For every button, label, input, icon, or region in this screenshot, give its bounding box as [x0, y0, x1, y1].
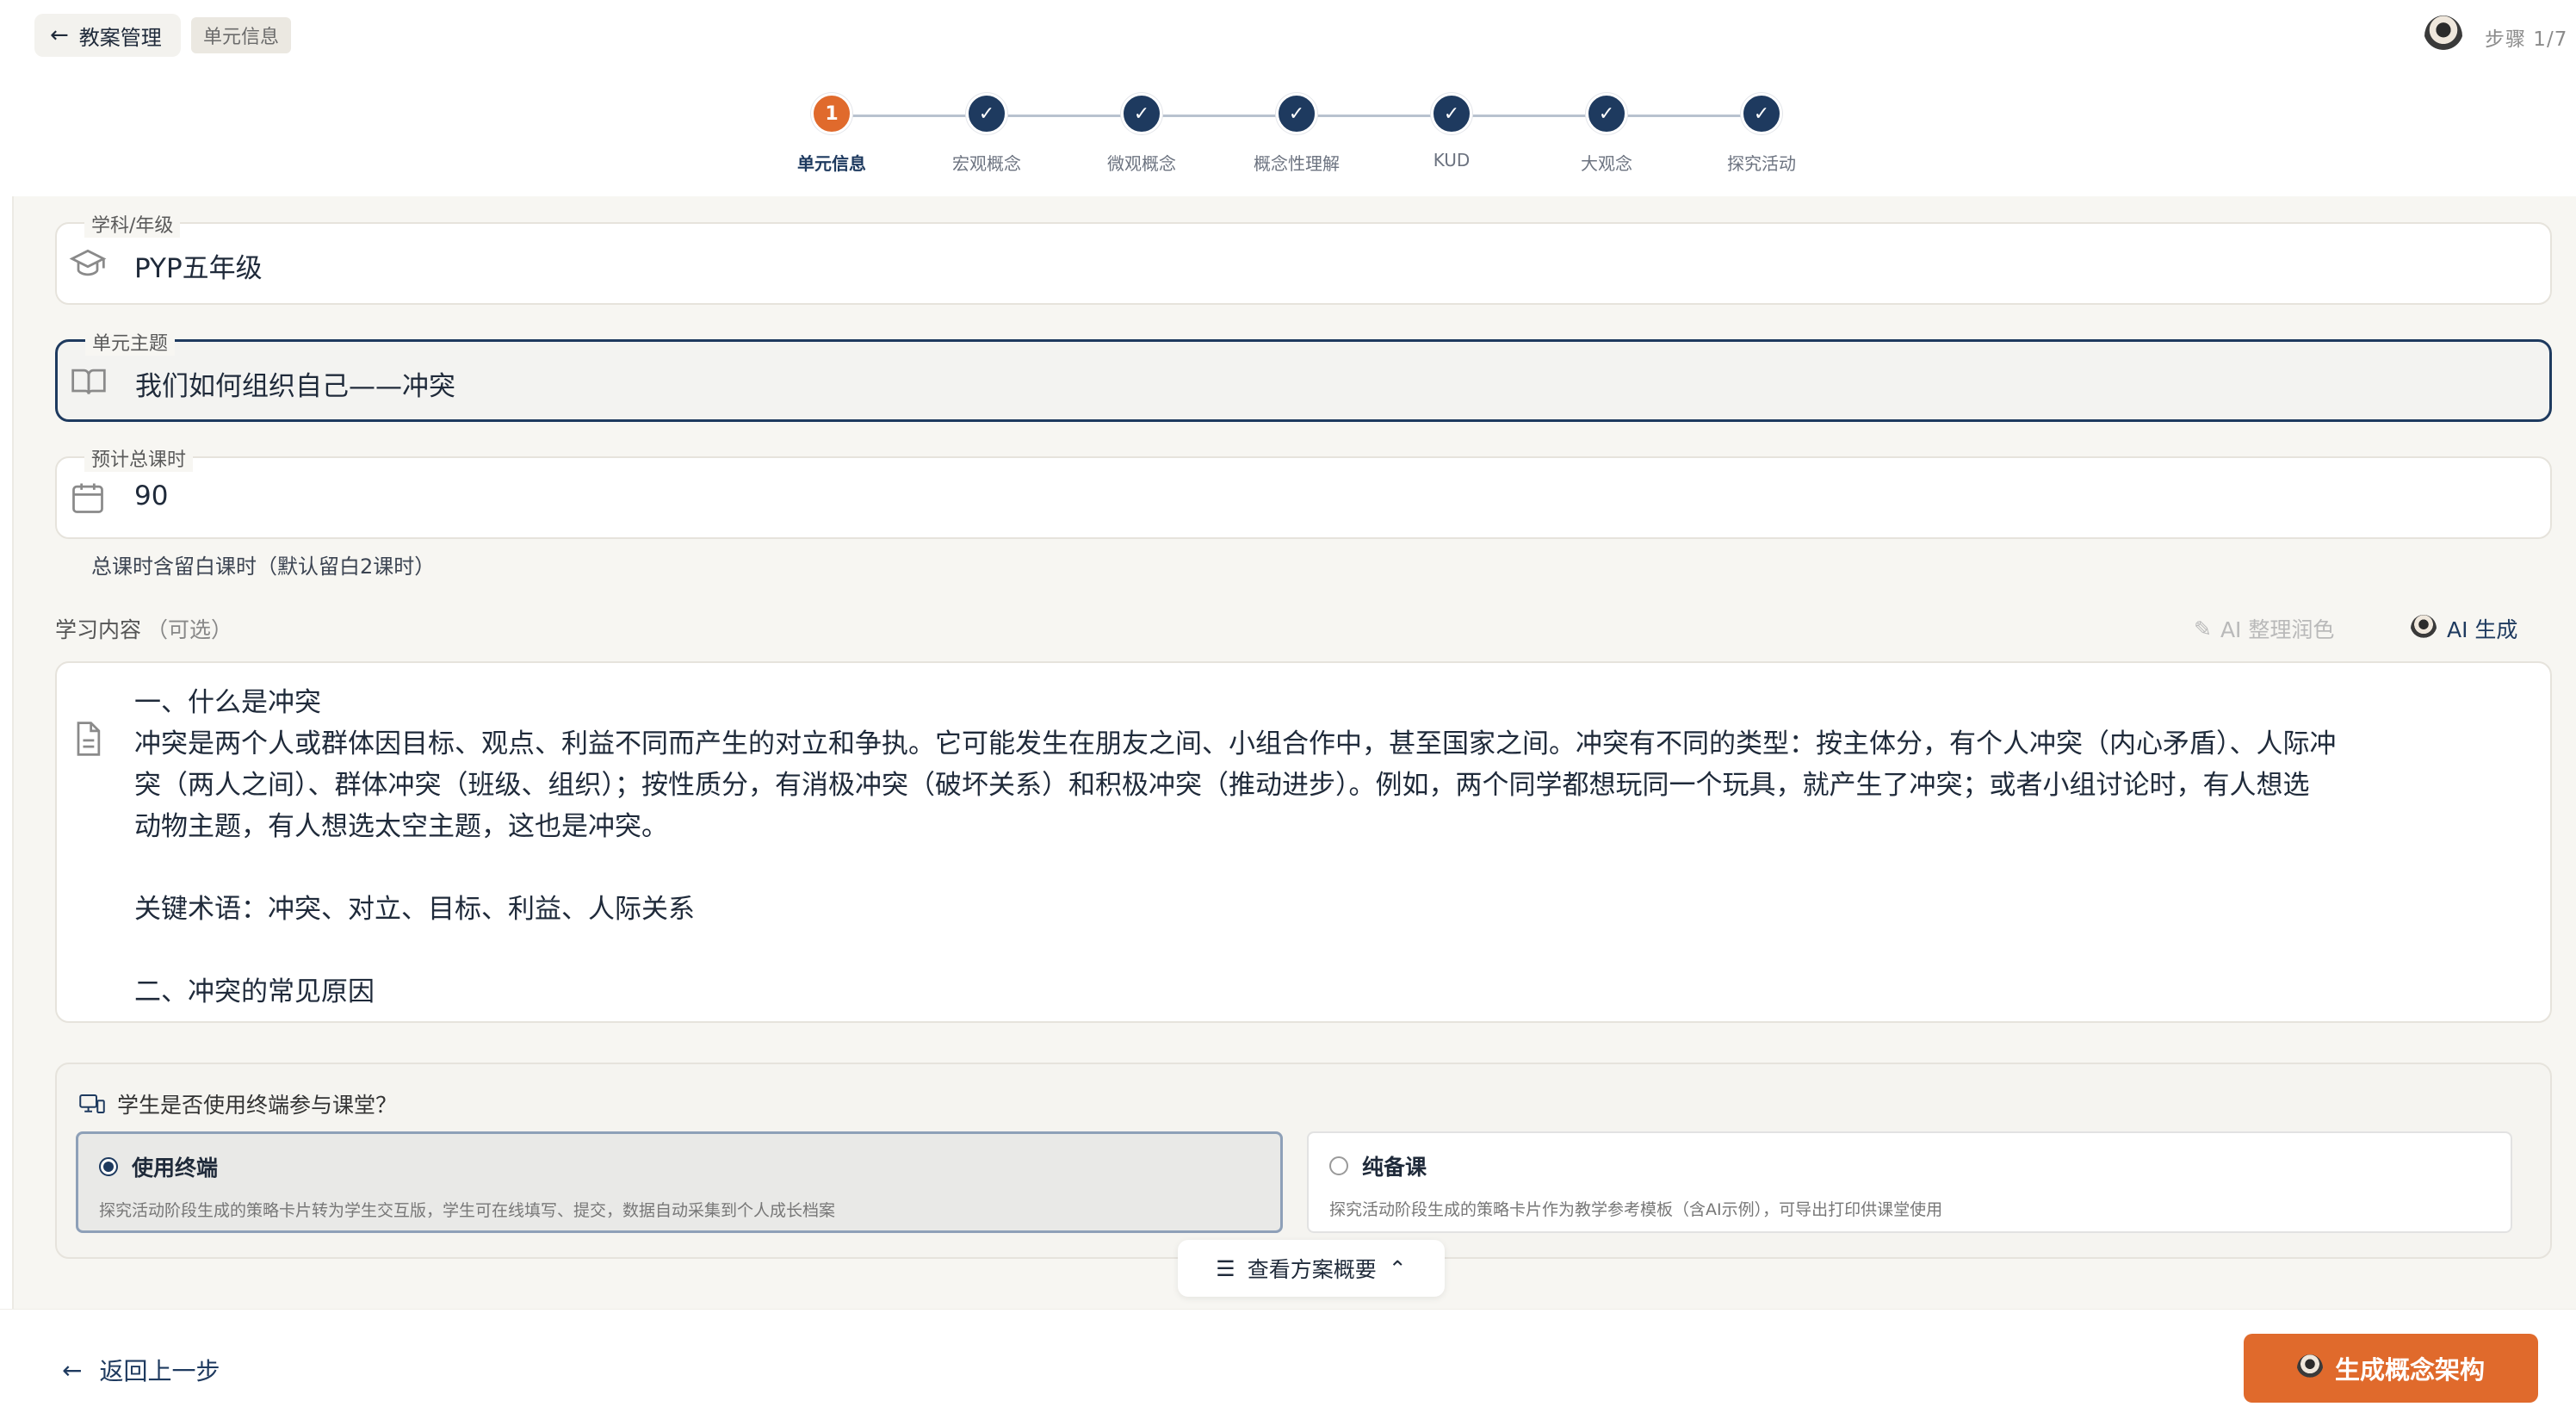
learning-content-textarea[interactable]: 一、什么是冲突 冲突是两个人或群体因目标、观点、利益不同而产生的对立和争执。它可… [55, 661, 2552, 1023]
footer: ← 返回上一步 生成概念架构 [0, 1309, 2576, 1419]
step-counter: 步骤 1/7 [2485, 28, 2568, 51]
content-gap [134, 847, 2545, 889]
document-icon [77, 722, 101, 756]
content-gap [134, 930, 2545, 971]
learning-content-text: 一、什么是冲突 冲突是两个人或群体因目标、观点、利益不同而产生的对立和争执。它可… [134, 682, 2545, 1013]
back-label: 教案管理 [78, 25, 162, 50]
terminal-question: 学生是否使用终端参与课堂？ [79, 1088, 397, 1119]
step-dot-active: 1 [811, 93, 852, 134]
subject-grade-field[interactable]: 学科/年级 PYP五年级 [55, 210, 2552, 305]
ai-generate-button[interactable]: AI 生成 [2411, 613, 2517, 644]
total-hours-field[interactable]: 预计总课时 90 [55, 444, 2552, 539]
step-label: 单元信息 [797, 153, 866, 174]
step-label: 概念性理解 [1254, 153, 1340, 174]
unit-theme-value: 我们如何组织自己——冲突 [135, 371, 455, 402]
graduation-cap-icon [69, 249, 107, 276]
magic-wand-icon: ✎ [2194, 616, 2212, 641]
book-open-icon [71, 369, 106, 394]
learning-content-label: 学习内容 （可选） [55, 613, 232, 644]
optional-tag: （可选） [146, 617, 233, 642]
total-hours-value: 90 [134, 480, 169, 511]
arrow-left-icon: ← [50, 22, 69, 48]
header: ← 教案管理 单元信息 步骤 1/7 1 单元信息 ✓ 宏观概念 ✓ 微观概念 … [0, 0, 2576, 196]
check-icon: ✓ [1121, 93, 1162, 134]
content-line: 关键术语：冲突、对立、目标、利益、人际关系 [134, 894, 695, 925]
option-prep-only[interactable]: 纯备课 探究活动阶段生成的策略卡片作为教学参考模板（含AI示例），可导出打印供课… [1307, 1131, 2512, 1233]
ai-polish-label: AI 整理润色 [2220, 617, 2335, 642]
generate-concept-architecture-button[interactable]: 生成概念架构 [2244, 1334, 2538, 1403]
view-overview-button[interactable]: ☰ 查看方案概要 ⌃ [1178, 1240, 1445, 1297]
option-desc: 探究活动阶段生成的策略卡片转为学生交互版，学生可在线填写、提交，数据自动采集到个… [99, 1201, 836, 1220]
subject-grade-value: PYP五年级 [134, 253, 263, 284]
radio-unselected[interactable] [1329, 1156, 1348, 1175]
list-icon: ☰ [1216, 1255, 1235, 1281]
option-title: 纯备课 [1362, 1155, 1427, 1180]
ai-avatar-icon [2411, 615, 2437, 642]
content-line: 冲突是两个人或群体因目标、观点、利益不同而产生的对立和争执。它可能发生在朋友之间… [134, 728, 2337, 759]
previous-step-button[interactable]: ← 返回上一步 [62, 1353, 220, 1387]
step-label: 大观念 [1581, 153, 1632, 174]
learning-content-title: 学习内容 [55, 617, 142, 642]
content-line: 突（两人之间）、群体冲突（班级、组织）；按性质分，有消极冲突（破坏关系）和积极冲… [134, 770, 2310, 801]
main-content: 学科/年级 PYP五年级 单元主题 我们如何组织自己——冲突 预计总课时 90 … [14, 196, 2576, 1309]
check-icon: ✓ [1431, 93, 1472, 134]
field-label: 预计总课时 [84, 444, 194, 472]
field-label: 学科/年级 [84, 210, 181, 238]
page: ← 教案管理 单元信息 步骤 1/7 1 单元信息 ✓ 宏观概念 ✓ 微观概念 … [0, 0, 2576, 1419]
step-label: 微观概念 [1107, 153, 1176, 174]
avatar[interactable] [2424, 15, 2462, 57]
ai-polish-button[interactable]: ✎ AI 整理润色 [2194, 613, 2334, 644]
option-title: 使用终端 [132, 1156, 219, 1180]
arrow-left-icon: ← [62, 1355, 83, 1385]
calendar-icon [72, 483, 103, 513]
ai-avatar-icon [2296, 1354, 2323, 1382]
hours-hint: 总课时含留白课时（默认留白2课时） [91, 555, 436, 579]
check-icon: ✓ [1741, 93, 1782, 134]
step-label: KUD [1433, 150, 1471, 170]
previous-step-label: 返回上一步 [99, 1357, 220, 1385]
step-conceptual-understanding[interactable]: ✓ 概念性理解 [1219, 93, 1374, 175]
check-icon: ✓ [1586, 93, 1627, 134]
content-line: 二、冲突的常见原因 [134, 976, 375, 1007]
radio-selected[interactable] [99, 1157, 118, 1176]
step-inquiry-activity[interactable]: ✓ 探究活动 [1684, 93, 1839, 175]
step-kud[interactable]: ✓ KUD [1374, 93, 1529, 170]
unit-theme-field[interactable]: 单元主题 我们如何组织自己——冲突 [55, 328, 2552, 422]
back-to-lesson-plans-button[interactable]: ← 教案管理 [34, 14, 181, 57]
stepper: 1 单元信息 ✓ 宏观概念 ✓ 微观概念 ✓ 概念性理解 ✓ KUD ✓ 大观念 [792, 93, 1825, 179]
devices-icon [79, 1094, 105, 1113]
content-line: 动物主题，有人想选太空主题，这也是冲突。 [134, 811, 668, 842]
field-label: 单元主题 [85, 328, 176, 356]
terminal-question-text: 学生是否使用终端参与课堂？ [117, 1093, 398, 1118]
check-icon: ✓ [966, 93, 1007, 134]
option-use-terminal[interactable]: 使用终端 探究活动阶段生成的策略卡片转为学生交互版，学生可在线填写、提交，数据自… [76, 1131, 1283, 1233]
generate-label: 生成概念架构 [2334, 1355, 2485, 1385]
step-big-idea[interactable]: ✓ 大观念 [1529, 93, 1684, 175]
step-label: 探究活动 [1727, 153, 1796, 174]
overview-label: 查看方案概要 [1247, 1257, 1377, 1282]
step-micro-concept[interactable]: ✓ 微观概念 [1064, 93, 1219, 175]
terminal-usage-card: 学生是否使用终端参与课堂？ 使用终端 探究活动阶段生成的策略卡片转为学生交互版，… [55, 1063, 2552, 1259]
step-label: 宏观概念 [952, 153, 1021, 174]
content-line: 一、什么是冲突 [134, 687, 321, 718]
breadcrumb-current: 单元信息 [191, 17, 292, 53]
step-macro-concept[interactable]: ✓ 宏观概念 [909, 93, 1064, 175]
ai-generate-label: AI 生成 [2447, 617, 2518, 642]
check-icon: ✓ [1276, 93, 1317, 134]
chevron-up-icon: ⌃ [1388, 1255, 1407, 1281]
option-desc: 探究活动阶段生成的策略卡片作为教学参考模板（含AI示例），可导出打印供课堂使用 [1329, 1200, 1943, 1219]
step-unit-info[interactable]: 1 单元信息 [754, 93, 909, 175]
